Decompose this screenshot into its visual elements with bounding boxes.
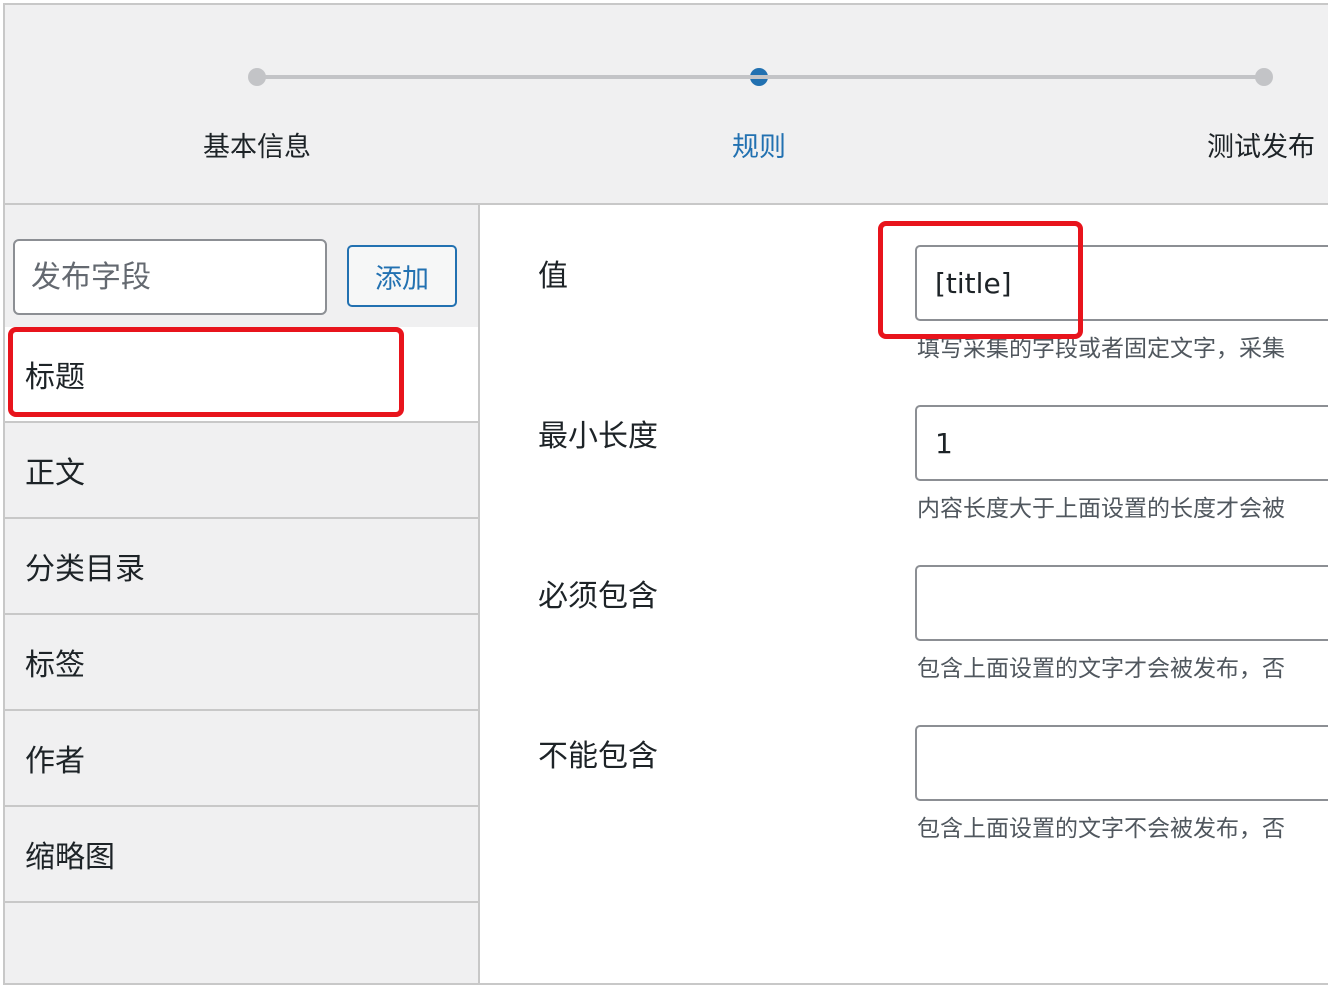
step-label-test-publish[interactable]: 测试发布 [1207,125,1315,164]
sidebar-item-tags[interactable]: 标签 [5,615,478,711]
sidebar-item-category[interactable]: 分类目录 [5,519,478,615]
sidebar-item-title[interactable]: 标题 [5,327,478,423]
sidebar-item-content[interactable]: 正文 [5,423,478,519]
min-length-label: 最小长度 [538,419,658,454]
sidebar-item-thumbnail[interactable]: 缩略图 [5,807,478,903]
step-label-basic-info[interactable]: 基本信息 [203,125,311,164]
add-field-row: 添加 [5,205,478,327]
step-dot-test-publish[interactable] [1255,68,1273,86]
value-description: 填写采集的字段或者固定文字，采集 [917,336,1285,362]
value-input[interactable] [915,245,1328,321]
must-contain-input[interactable] [915,565,1328,641]
publish-field-input[interactable] [13,239,327,315]
min-length-description: 内容长度大于上面设置的长度才会被 [917,496,1285,522]
value-label: 值 [538,259,568,294]
field-list: 标题 正文 分类目录 标签 作者 缩略图 [5,327,478,903]
step-dot-rules[interactable] [750,68,768,86]
must-contain-description: 包含上面设置的文字才会被发布，否 [917,656,1285,682]
step-dot-basic-info[interactable] [248,68,266,86]
must-contain-label: 必须包含 [538,579,658,614]
min-length-input[interactable] [915,405,1328,481]
rule-form: 值 填写采集的字段或者固定文字，采集 最小长度 内容长度大于上面设置的长度才会被… [480,205,1328,983]
add-field-button[interactable]: 添加 [347,245,457,307]
stepper: 基本信息 规则 测试发布 [5,5,1328,205]
must-not-contain-label: 不能包含 [538,739,658,774]
sidebar-item-author[interactable]: 作者 [5,711,478,807]
step-label-rules[interactable]: 规则 [732,125,786,164]
field-sidebar: 添加 标题 正文 分类目录 标签 作者 缩略图 [5,205,480,983]
must-not-contain-description: 包含上面设置的文字不会被发布，否 [917,816,1285,842]
app-frame: 基本信息 规则 测试发布 添加 标题 正文 分类目录 标签 作者 缩略图 值 填… [3,3,1328,985]
must-not-contain-input[interactable] [915,725,1328,801]
